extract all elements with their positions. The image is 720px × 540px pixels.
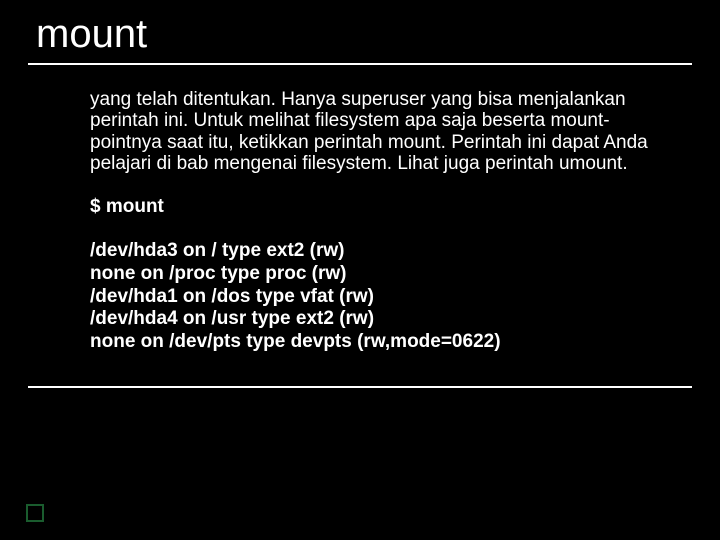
slide: mount yang telah ditentukan. Hanya super… xyxy=(0,0,720,540)
output-line: none on /dev/pts type devpts (rw,mode=06… xyxy=(90,331,672,354)
command-line: $ mount xyxy=(90,196,672,218)
command-output: /dev/hda3 on / type ext2 (rw) none on /p… xyxy=(90,240,672,354)
footer-marker xyxy=(26,504,44,522)
output-line: /dev/hda3 on / type ext2 (rw) xyxy=(90,240,672,263)
description-text: yang telah ditentukan. Hanya superuser y… xyxy=(90,89,672,174)
rule-top xyxy=(28,63,692,65)
output-line: none on /proc type proc (rw) xyxy=(90,263,672,286)
rule-bottom xyxy=(28,386,692,388)
slide-title: mount xyxy=(28,12,692,57)
output-line: /dev/hda1 on /dos type vfat (rw) xyxy=(90,286,672,309)
output-line: /dev/hda4 on /usr type ext2 (rw) xyxy=(90,308,672,331)
slide-body: yang telah ditentukan. Hanya superuser y… xyxy=(28,67,692,372)
